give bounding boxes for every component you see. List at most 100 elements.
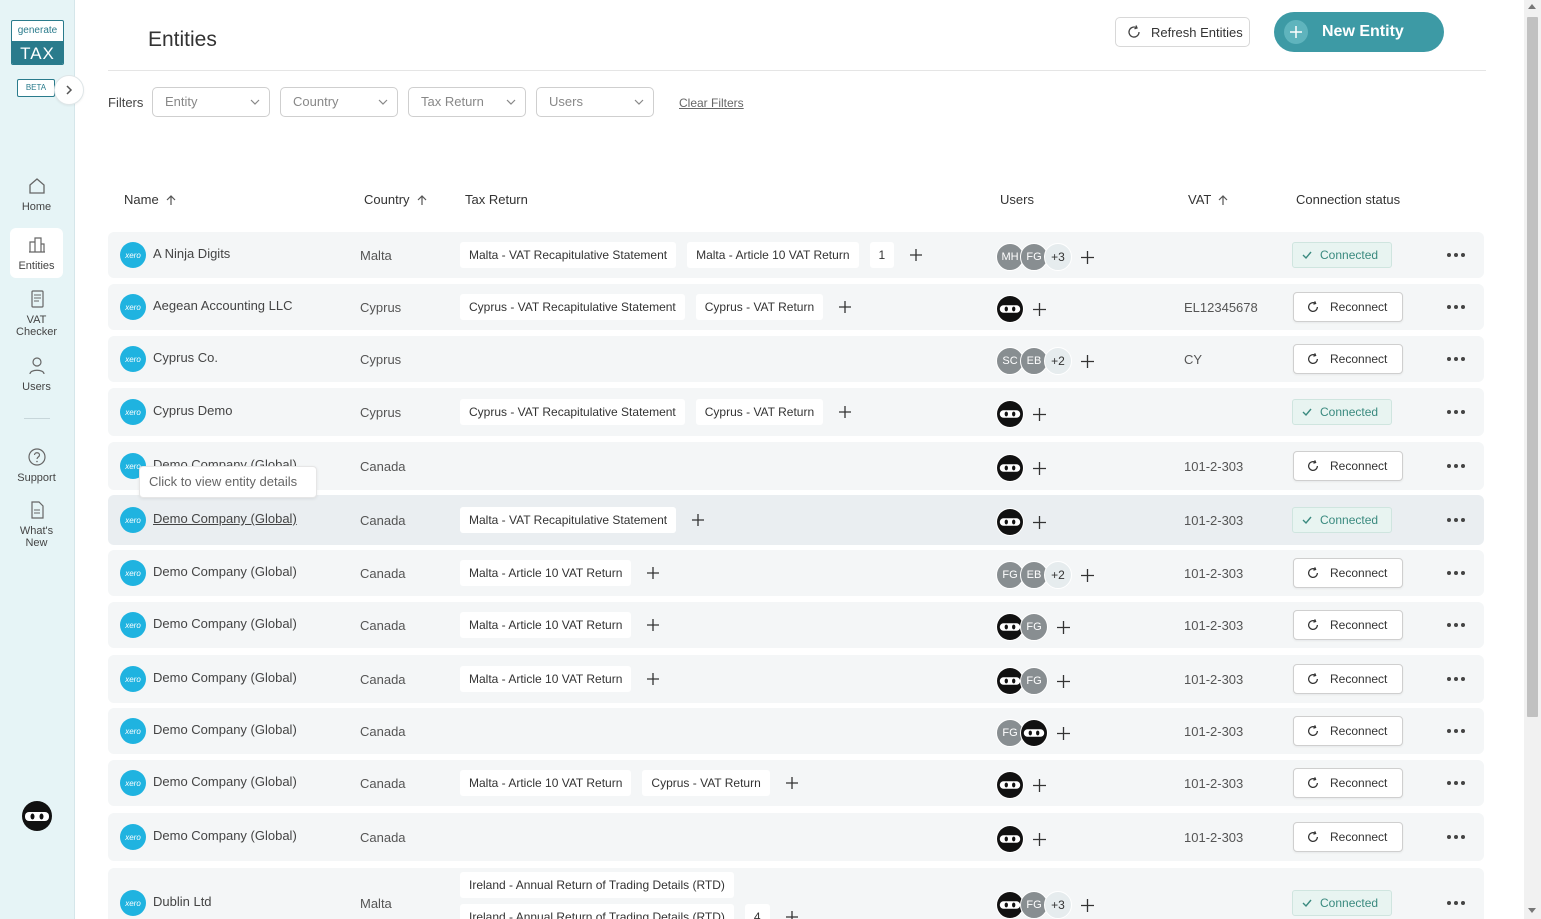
- entity-name-link[interactable]: Dublin Ltd: [153, 894, 212, 909]
- current-user-avatar[interactable]: [21, 800, 53, 832]
- table-row[interactable]: xero Cyprus Demo Cyprus Cyprus - VAT Recapi…: [108, 388, 1484, 436]
- add-tax-return-button[interactable]: [642, 562, 664, 584]
- more-users-badge[interactable]: +2: [1044, 347, 1072, 375]
- app-logo[interactable]: generate TAX: [11, 20, 64, 65]
- tax-return-filter[interactable]: Tax Return: [408, 87, 526, 117]
- add-user-button[interactable]: [1074, 892, 1100, 918]
- tax-return-tag[interactable]: Malta - Article 10 VAT Return: [460, 770, 632, 796]
- entity-name-link[interactable]: Demo Company (Global): [153, 511, 297, 526]
- entity-name-link[interactable]: Demo Company (Global): [153, 670, 297, 685]
- add-user-button[interactable]: [1074, 244, 1100, 270]
- row-actions-menu-icon[interactable]: [1444, 515, 1468, 525]
- scroll-thumb[interactable]: [1527, 17, 1538, 717]
- more-users-badge[interactable]: +2: [1044, 561, 1072, 589]
- reconnect-button[interactable]: Reconnect: [1293, 558, 1403, 588]
- reconnect-button[interactable]: Reconnect: [1293, 292, 1403, 322]
- tax-return-tag[interactable]: Malta - Article 10 VAT Return: [460, 560, 632, 586]
- user-avatar-ninja-icon[interactable]: [996, 295, 1024, 323]
- tax-return-tag[interactable]: Cyprus - VAT Return: [695, 399, 824, 425]
- add-tax-return-button[interactable]: [834, 401, 856, 423]
- add-user-button[interactable]: [1050, 614, 1076, 640]
- sidebar-item-users[interactable]: Users: [10, 355, 63, 395]
- sidebar-item-entities[interactable]: Entities: [10, 228, 63, 278]
- column-header-vat[interactable]: VAT: [1188, 192, 1229, 207]
- tax-return-tag[interactable]: Malta - Article 10 VAT Return: [460, 666, 632, 692]
- scroll-down-arrow-icon[interactable]: [1528, 908, 1536, 913]
- table-row[interactable]: xero Demo Company (Global) Canada 101-2-303…: [108, 813, 1484, 861]
- add-user-button[interactable]: [1026, 509, 1052, 535]
- more-users-badge[interactable]: +3: [1044, 891, 1072, 919]
- sidebar-item-whats-new[interactable]: What's New: [10, 499, 63, 551]
- table-row[interactable]: xero Demo Company (Global) Canada FG 101-2-3…: [108, 708, 1484, 754]
- user-avatar[interactable]: FG: [1020, 613, 1048, 641]
- row-actions-menu-icon[interactable]: [1444, 898, 1468, 908]
- add-user-button[interactable]: [1026, 772, 1052, 798]
- row-actions-menu-icon[interactable]: [1444, 620, 1468, 630]
- row-actions-menu-icon[interactable]: [1444, 568, 1468, 578]
- tax-return-count[interactable]: 4: [744, 904, 770, 919]
- entity-name-link[interactable]: Cyprus Demo: [153, 403, 232, 418]
- user-avatar[interactable]: FG: [1020, 667, 1048, 695]
- clear-filters-link[interactable]: Clear Filters: [679, 96, 744, 110]
- entity-filter[interactable]: Entity: [152, 87, 270, 117]
- tax-return-tag[interactable]: Malta - VAT Recapitulative Statement: [460, 507, 677, 533]
- add-user-button[interactable]: [1074, 562, 1100, 588]
- sidebar-item-support[interactable]: Support: [10, 446, 63, 486]
- expand-sidebar-button[interactable]: [54, 75, 84, 105]
- row-actions-menu-icon[interactable]: [1444, 461, 1468, 471]
- user-avatar-ninja-icon[interactable]: [996, 400, 1024, 428]
- tax-return-tag[interactable]: Ireland - Annual Return of Trading Detai…: [460, 872, 734, 898]
- row-actions-menu-icon[interactable]: [1444, 302, 1468, 312]
- entity-name-link[interactable]: Demo Company (Global): [153, 774, 297, 789]
- add-tax-return-button[interactable]: [687, 509, 709, 531]
- row-actions-menu-icon[interactable]: [1444, 726, 1468, 736]
- page-scrollbar[interactable]: [1524, 0, 1541, 919]
- add-user-button[interactable]: [1050, 720, 1076, 746]
- add-tax-return-button[interactable]: [781, 772, 803, 794]
- user-avatar-ninja-icon[interactable]: [996, 771, 1024, 799]
- table-row[interactable]: xero Dublin Ltd Malta Ireland - Annual Retu…: [108, 868, 1484, 919]
- add-user-button[interactable]: [1026, 296, 1052, 322]
- column-header-name[interactable]: Name: [124, 192, 177, 207]
- user-avatar-ninja-icon[interactable]: [996, 508, 1024, 536]
- tax-return-tag[interactable]: Ireland - Annual Return of Trading Detai…: [460, 904, 734, 919]
- reconnect-button[interactable]: Reconnect: [1293, 822, 1403, 852]
- row-actions-menu-icon[interactable]: [1444, 674, 1468, 684]
- users-filter[interactable]: Users: [536, 87, 654, 117]
- user-avatar-ninja-icon[interactable]: [996, 454, 1024, 482]
- row-actions-menu-icon[interactable]: [1444, 354, 1468, 364]
- tax-return-tag[interactable]: Cyprus - VAT Recapitulative Statement: [460, 294, 685, 320]
- add-user-button[interactable]: [1050, 668, 1076, 694]
- entity-name-link[interactable]: Demo Company (Global): [153, 564, 297, 579]
- add-user-button[interactable]: [1026, 455, 1052, 481]
- table-row[interactable]: xero Demo Company (Global) Canada Malta - A…: [108, 760, 1484, 806]
- table-row[interactable]: xero Demo Company (Global) Canada Malta - A…: [108, 602, 1484, 648]
- add-user-button[interactable]: [1026, 826, 1052, 852]
- reconnect-button[interactable]: Reconnect: [1293, 451, 1403, 481]
- row-actions-menu-icon[interactable]: [1444, 407, 1468, 417]
- sidebar-item-vat-checker[interactable]: VAT Checker: [10, 288, 63, 340]
- add-tax-return-button[interactable]: [781, 906, 803, 919]
- tax-return-count[interactable]: 1: [869, 242, 895, 268]
- entity-name-link[interactable]: Aegean Accounting LLC: [153, 298, 293, 313]
- entity-name-link[interactable]: Demo Company (Global): [153, 828, 297, 843]
- tax-return-tag[interactable]: Cyprus - VAT Return: [695, 294, 824, 320]
- entity-name-link[interactable]: Demo Company (Global): [153, 616, 297, 631]
- tax-return-tag[interactable]: Malta - Article 10 VAT Return: [460, 612, 632, 638]
- add-tax-return-button[interactable]: [642, 614, 664, 636]
- tax-return-tag[interactable]: Malta - VAT Recapitulative Statement: [460, 242, 677, 268]
- sidebar-item-home[interactable]: Home: [10, 175, 63, 215]
- column-header-country[interactable]: Country: [364, 192, 428, 207]
- reconnect-button[interactable]: Reconnect: [1293, 768, 1403, 798]
- tax-return-tag[interactable]: Malta - Article 10 VAT Return: [687, 242, 859, 268]
- table-row[interactable]: xero Cyprus Co. Cyprus SC EB +2 CY Reconnect: [108, 336, 1484, 382]
- user-avatar-ninja-icon[interactable]: [1020, 719, 1048, 747]
- row-actions-menu-icon[interactable]: [1444, 832, 1468, 842]
- reconnect-button[interactable]: Reconnect: [1293, 344, 1403, 374]
- add-user-button[interactable]: [1026, 401, 1052, 427]
- reconnect-button[interactable]: Reconnect: [1293, 610, 1403, 640]
- table-row[interactable]: xero A Ninja Digits Malta Malta - VAT Recap…: [108, 232, 1484, 278]
- table-row[interactable]: xero Demo Company (Global) Canada Malta - A…: [108, 550, 1484, 596]
- add-user-button[interactable]: [1074, 348, 1100, 374]
- row-actions-menu-icon[interactable]: [1444, 778, 1468, 788]
